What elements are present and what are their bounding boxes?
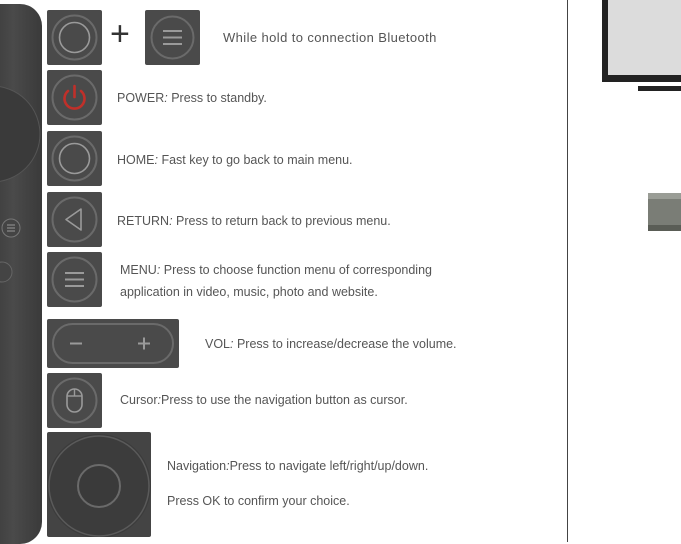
home-icon xyxy=(51,135,98,182)
cursor-description: Cursor:Press to use the navigation butto… xyxy=(120,393,408,407)
cursor-text: Press to use the navigation button as cu… xyxy=(161,393,408,407)
remote-buttons-icon xyxy=(0,86,41,283)
vol-text: Press to increase/decrease the volume. xyxy=(233,337,457,351)
home-button-tile xyxy=(47,10,102,65)
menu-text: Press to choose function menu of corresp… xyxy=(160,263,432,277)
power-button-tile xyxy=(47,70,102,125)
navigation-description: Navigation:Press to navigate left/right/… xyxy=(167,459,428,473)
plus-sign: + xyxy=(110,15,130,53)
remote-control-edge xyxy=(0,4,42,544)
power-label: POWER xyxy=(117,91,165,105)
navigation-text: Press to navigate left/right/up/down. xyxy=(229,459,429,473)
navigation-dpad-icon xyxy=(47,434,151,537)
menu-description-line2: application in video, music, photo and w… xyxy=(120,285,378,299)
menu-lines-icon xyxy=(150,15,195,60)
return-description: RETURN: Press to return back to previous… xyxy=(117,214,391,228)
vol-description: VOL: Press to increase/decrease the volu… xyxy=(205,337,457,351)
power-description: POWER: Press to standby. xyxy=(117,91,267,105)
tv-icon xyxy=(602,0,681,91)
cursor-key-tile xyxy=(47,373,102,428)
home-key-tile xyxy=(47,131,102,186)
volume-key-tile xyxy=(47,319,179,368)
cursor-label: Cursor xyxy=(120,393,158,407)
home-label: HOME xyxy=(117,153,155,167)
menu-description: MENU: Press to choose function menu of c… xyxy=(120,263,432,277)
return-label: RETURN xyxy=(117,214,170,228)
mouse-icon xyxy=(51,377,98,424)
home-circle-icon xyxy=(51,14,98,61)
tv-and-box-illustration xyxy=(602,0,681,231)
menu-key-tile xyxy=(47,252,102,307)
menu-button-tile xyxy=(145,10,200,65)
home-description: HOME: Fast key to go back to main menu. xyxy=(117,153,353,167)
navigation-label: Navigation xyxy=(167,459,227,473)
bluetooth-instruction: While hold to connection Bluetooth xyxy=(223,30,437,45)
navigation-key-tile xyxy=(47,432,151,537)
power-icon xyxy=(51,74,98,121)
home-text: Fast key to go back to main menu. xyxy=(157,153,353,167)
return-text: Press to return back to previous menu. xyxy=(172,214,391,228)
navigation-ok-description: Press OK to confirm your choice. xyxy=(167,494,350,508)
menu-label: MENU xyxy=(120,263,157,277)
return-key-tile xyxy=(47,192,102,247)
vertical-divider xyxy=(567,0,568,542)
return-triangle-icon xyxy=(51,196,98,243)
power-text: Press to standby. xyxy=(167,91,267,105)
vol-label: VOL xyxy=(205,337,231,351)
volume-plus-minus-icon xyxy=(52,323,174,364)
tv-box-icon xyxy=(648,193,681,231)
menu-icon xyxy=(51,256,98,303)
